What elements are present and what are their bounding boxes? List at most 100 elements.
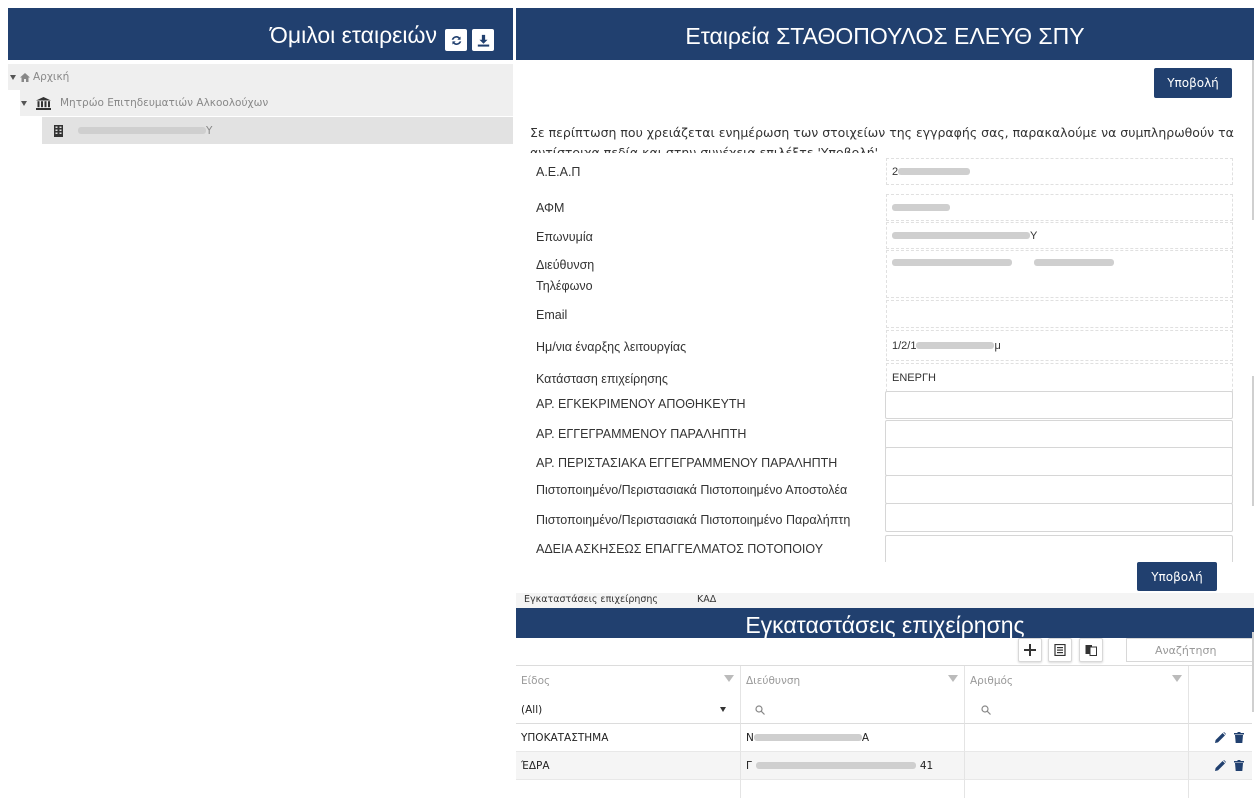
table-row-actions bbox=[1189, 724, 1252, 752]
table-row-type[interactable]: ΥΠΟΚΑΤΑΣΤΗΜΑ bbox=[516, 724, 741, 752]
filter-icon[interactable] bbox=[948, 675, 958, 682]
left-panel-header: Όμιλοι εταιρειών bbox=[8, 8, 513, 60]
redacted-text bbox=[1034, 259, 1114, 266]
table-row-empty bbox=[741, 780, 965, 798]
actions-filter-cell bbox=[1189, 696, 1252, 724]
refresh-button[interactable] bbox=[445, 29, 467, 51]
field-value-name: Υ bbox=[886, 222, 1233, 249]
column-header-type[interactable]: Είδος bbox=[516, 666, 741, 696]
search-icon bbox=[981, 704, 991, 715]
search-icon bbox=[755, 704, 765, 715]
field-value-aeap: 2 bbox=[886, 158, 1233, 185]
left-panel: Όμιλοι εταιρειών Αρχική Μητρώο Επιτηδευμ… bbox=[8, 0, 513, 798]
facilities-grid: Είδος Διεύθυνση Αριθμός (All) ΥΠΟΚΑΤΑΣΤΗ… bbox=[516, 665, 1252, 798]
field-label-phone: Τηλέφωνο bbox=[536, 279, 593, 293]
tab-kad[interactable]: ΚΑΔ bbox=[697, 594, 716, 605]
table-row-empty bbox=[965, 780, 1189, 798]
registered-recipient-input[interactable] bbox=[885, 420, 1233, 449]
form-scrollbar-lower[interactable] bbox=[1252, 376, 1254, 506]
table-row-actions bbox=[1189, 752, 1252, 780]
field-label-email: Email bbox=[536, 308, 568, 322]
number-filter-input[interactable] bbox=[965, 696, 1189, 724]
input-label-certified-sender: Πιστοποιημένο/Περιστασιακά Πιστοποιημένο… bbox=[536, 483, 848, 497]
add-row-button[interactable] bbox=[1018, 638, 1042, 662]
table-row-empty bbox=[516, 780, 741, 798]
tree-item-label: Μητρώο Επιτηδευματιών Αλκοολούχων bbox=[60, 97, 269, 109]
edit-icon[interactable] bbox=[1215, 732, 1226, 743]
filter-icon[interactable] bbox=[1172, 675, 1182, 682]
address-filter-input[interactable] bbox=[741, 696, 965, 724]
table-row-number[interactable] bbox=[965, 724, 1189, 752]
tree-item-label: Υ bbox=[206, 124, 213, 137]
table-row-address[interactable]: Γ 41 bbox=[741, 752, 965, 780]
plus-icon bbox=[1024, 644, 1036, 656]
form-scrollbar[interactable] bbox=[1252, 60, 1254, 220]
tree-item-home[interactable]: Αρχική bbox=[8, 64, 513, 90]
download-button[interactable] bbox=[472, 29, 494, 51]
facility-tabs: Εγκαταστάσεις επιχείρησης ΚΑΔ bbox=[516, 593, 1254, 608]
input-label-certified-recipient: Πιστοποιημένο/Περιστασιακά Πιστοποιημένο… bbox=[536, 513, 851, 527]
field-value-start-date: 1/2/1 μ bbox=[886, 330, 1233, 361]
refresh-icon bbox=[451, 35, 461, 45]
tree-item-label: Αρχική bbox=[33, 71, 70, 83]
input-label-occasional-recipient: ΑΡ. ΠΕΡΙΣΤΑΣΙΑΚΑ ΕΓΓΕΓΡΑΜΜΕΝΟΥ ΠΑΡΑΛΗΠΤΗ bbox=[536, 456, 838, 470]
export-pdf-button[interactable] bbox=[1079, 638, 1103, 662]
column-header-actions bbox=[1189, 666, 1252, 696]
field-label-start-date: Ημ/νια έναρξης λειτουργίας bbox=[536, 340, 687, 354]
submit-button-bottom[interactable]: Υποβολή bbox=[1137, 562, 1217, 591]
occasional-recipient-input[interactable] bbox=[885, 447, 1233, 476]
submit-button-top[interactable]: Υποβολή bbox=[1154, 68, 1232, 98]
redacted-text bbox=[892, 259, 1012, 266]
redacted-text bbox=[898, 168, 971, 175]
approved-warehouse-input[interactable] bbox=[885, 391, 1233, 419]
tab-facilities[interactable]: Εγκαταστάσεις επιχείρησης bbox=[524, 594, 658, 605]
field-value-email bbox=[886, 300, 1233, 328]
column-header-address[interactable]: Διεύθυνση bbox=[741, 666, 965, 696]
redacted-text bbox=[892, 204, 950, 211]
office-building-icon bbox=[54, 124, 63, 137]
filter-icon[interactable] bbox=[724, 675, 734, 682]
tree-item-company[interactable]: Υ bbox=[42, 117, 513, 144]
export-pdf-icon bbox=[1085, 645, 1097, 656]
field-label-address: Διεύθυνση bbox=[536, 258, 595, 272]
table-row-number[interactable] bbox=[965, 752, 1189, 780]
company-title: Εταιρεία ΣΤΑΘΟΠΟΥΛΟΣ ΕΛΕΥΘ ΣΠΥ bbox=[685, 23, 1085, 49]
company-form[interactable]: Υποβολή Σε περίπτωση που χρειάζεται ενημ… bbox=[516, 60, 1254, 562]
redacted-text bbox=[78, 127, 206, 134]
caret-down-icon[interactable] bbox=[10, 74, 16, 80]
input-label-registered-recipient: ΑΡ. ΕΓΓΕΓΡΑΜΜΕΝΟΥ ΠΑΡΑΛΗΠΤΗ bbox=[536, 427, 747, 441]
certified-sender-input[interactable] bbox=[885, 475, 1233, 504]
input-label-distiller-license: ΑΔΕΙΑ ΑΣΚΗΣΕΩΣ ΕΠΑΓΓΕΛΜΑΤΟΣ ΠΟΤΟΠΟΙΟΥ bbox=[536, 542, 824, 556]
field-label-status: Κατάσταση επιχείρησης bbox=[536, 372, 668, 386]
table-row-type[interactable]: ΈΔΡΑ bbox=[516, 752, 741, 780]
distiller-license-input[interactable] bbox=[885, 535, 1233, 562]
home-icon bbox=[20, 72, 30, 82]
chevron-down-icon[interactable] bbox=[720, 707, 726, 712]
download-icon bbox=[477, 34, 489, 47]
field-value-afm bbox=[886, 194, 1233, 221]
edit-icon[interactable] bbox=[1215, 760, 1226, 771]
company-header: Εταιρεία ΣΤΑΘΟΠΟΥΛΟΣ ΕΛΕΥΘ ΣΠΥ bbox=[516, 8, 1254, 60]
info-text: Σε περίπτωση που χρειάζεται ενημέρωση τω… bbox=[530, 125, 1234, 153]
field-label-name: Επωνυμία bbox=[536, 230, 593, 244]
caret-down-icon[interactable] bbox=[21, 100, 27, 106]
certified-recipient-input[interactable] bbox=[885, 503, 1233, 532]
table-row-empty bbox=[1189, 780, 1252, 798]
facilities-title: Εγκαταστάσεις επιχείρησης bbox=[745, 612, 1025, 638]
export-excel-button[interactable] bbox=[1048, 638, 1072, 662]
grid-search-input[interactable]: Αναζήτηση bbox=[1126, 638, 1254, 662]
field-label-afm: ΑΦΜ bbox=[536, 201, 565, 215]
delete-icon[interactable] bbox=[1234, 760, 1244, 771]
tree-item-registry[interactable]: Μητρώο Επιτηδευματιών Αλκοολούχων bbox=[20, 90, 513, 116]
redacted-text bbox=[892, 232, 1030, 239]
type-filter-select[interactable]: (All) bbox=[516, 696, 741, 724]
redacted-text bbox=[916, 342, 995, 349]
grid-scrollbar[interactable] bbox=[1252, 632, 1254, 712]
field-value-address bbox=[886, 250, 1233, 298]
delete-icon[interactable] bbox=[1234, 732, 1244, 743]
input-label-approved-warehouse: ΑΡ. ΕΓΚΕΚΡΙΜΕΝΟΥ ΑΠΟΘΗΚΕΥΤΗ bbox=[536, 397, 746, 411]
field-label-aeap: Α.Ε.Α.Π bbox=[536, 165, 581, 179]
table-row-address[interactable]: Ν Α bbox=[741, 724, 965, 752]
column-header-number[interactable]: Αριθμός bbox=[965, 666, 1189, 696]
building-columns-icon bbox=[36, 96, 51, 110]
